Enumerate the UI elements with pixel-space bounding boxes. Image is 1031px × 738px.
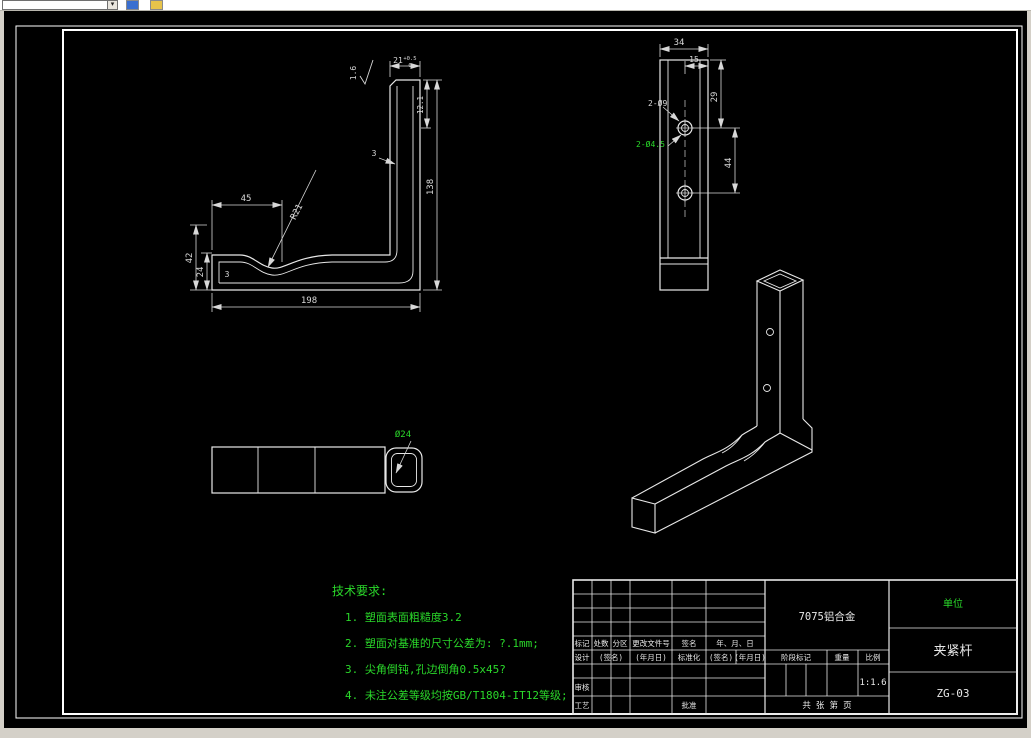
tech-req-item-2: 2. 塑面对基准的尺寸公差为: ?.1mm; [345, 636, 539, 650]
dim-wall-3-left: 3 [225, 270, 230, 279]
design-date-placeholder: (年月日) [635, 652, 667, 662]
top-toolbar: ▾ [0, 0, 1031, 11]
holes-label-d9: 2-Ø9 [648, 98, 667, 108]
toolbar-icon-1[interactable] [126, 0, 139, 10]
drawing-number: ZG-03 [936, 687, 969, 700]
drawing-canvas: 45 42 24 3 3 198 138 12.1 R21 1.6 21 +0.… [4, 10, 1027, 728]
scale-value: 1:1.6 [859, 678, 886, 688]
std-sign-placeholder: (签名) [709, 652, 733, 662]
design-sign-placeholder: (签名) [599, 652, 623, 662]
dim-wall-3-right: 3 [372, 149, 377, 158]
col-sign: 签名 [682, 638, 697, 648]
dim-15: 15 [689, 55, 699, 64]
col-zone: 分区 [613, 639, 628, 648]
dim-24: 24 [196, 267, 206, 278]
toolbar-dropdown[interactable]: ▾ [2, 0, 118, 10]
row-approve: 批准 [682, 700, 697, 710]
dim-12-1: 12.1 [416, 96, 425, 114]
tech-req-item-4: 4. 未注公差等级均按GB/T1804-IT12等级; [345, 688, 568, 702]
weight-label: 重量 [835, 653, 850, 662]
row-review: 审核 [575, 682, 590, 692]
model-space-background [4, 10, 1027, 728]
col-change-file: 更改文件号 [632, 638, 670, 648]
stage-mark-label: 阶段标记 [781, 652, 811, 662]
part-name: 夹紧杆 [933, 644, 972, 659]
cad-window: { "front_view": { "dim_45": "45", "dim_4… [0, 0, 1031, 733]
dim-44: 44 [724, 158, 734, 169]
dim-138: 138 [426, 179, 436, 195]
tech-req-item-3: 3. 尖角倒钝,孔边倒角0.5x45? [345, 662, 506, 676]
dim-198: 198 [301, 296, 317, 306]
col-mark: 标记 [575, 638, 590, 648]
dim-21: 21 [393, 56, 403, 65]
col-date: 年、月、日 [716, 638, 754, 648]
row-process: 工艺 [575, 701, 590, 710]
toolbar-icon-2[interactable] [150, 0, 163, 10]
dim-42: 42 [185, 253, 195, 264]
std-date-placeholder: (年月日) [734, 652, 766, 662]
roughness-value: 1.6 [349, 66, 358, 81]
dim-21-tol-lower: 0 [408, 63, 411, 69]
tech-req-title: 技术要求: [332, 584, 387, 598]
sheet-info: 共 张 第 页 [802, 700, 851, 711]
dim-29: 29 [710, 92, 720, 103]
row-design: 设计 [575, 652, 590, 662]
dim-21-tol-upper: +0.5 [403, 56, 416, 62]
chevron-down-icon[interactable]: ▾ [107, 1, 117, 9]
col-count: 处数 [594, 638, 609, 648]
dia-24-label: Ø24 [395, 429, 411, 440]
company-name: 单位 [943, 597, 963, 610]
tech-req-item-1: 1. 塑面表面粗糙度3.2 [345, 610, 462, 624]
dim-45: 45 [241, 194, 252, 204]
holes-label-d4-5: 2-Ø4.5 [636, 139, 665, 149]
dim-34: 34 [674, 38, 685, 48]
material-value: 7075铝合金 [799, 610, 856, 623]
scale-label: 比例 [866, 652, 881, 662]
row-standardization: 标准化 [678, 652, 701, 662]
